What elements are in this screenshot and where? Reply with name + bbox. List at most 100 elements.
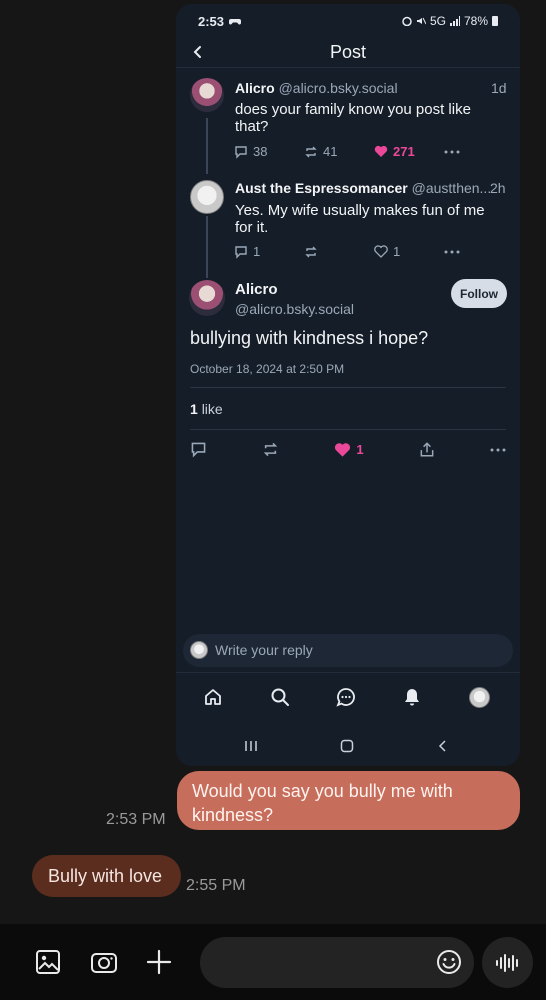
thread-line xyxy=(206,216,208,278)
more-icon xyxy=(490,448,506,451)
post-age: 1d xyxy=(491,80,507,96)
emoji-button[interactable] xyxy=(435,948,463,976)
network-type: 5G xyxy=(429,14,446,28)
plus-icon xyxy=(146,949,172,975)
chevron-left-icon xyxy=(193,46,201,58)
battery-level: 78% xyxy=(463,14,488,28)
reply-placeholder: Write your reply xyxy=(215,642,313,658)
likes-summary[interactable]: 1 like xyxy=(190,401,223,417)
post-age: 2h xyxy=(490,180,506,196)
post-header: Post xyxy=(176,38,520,68)
main-post-text[interactable]: bullying with kindness i hope? xyxy=(190,328,428,349)
signal-icon xyxy=(449,16,460,26)
main-post-actions: 1 xyxy=(190,441,506,458)
thread-line xyxy=(206,118,208,174)
alarm-icon xyxy=(402,16,412,26)
repost-count: 41 xyxy=(323,144,338,159)
avatar[interactable] xyxy=(190,180,224,214)
reply-button[interactable]: 38 xyxy=(234,144,304,159)
camera-button[interactable] xyxy=(90,948,118,976)
back-nav-button[interactable] xyxy=(435,738,451,754)
repost-icon xyxy=(305,146,317,157)
post-author-line: Alicro @alicro.bsky.social xyxy=(235,80,398,96)
share-icon xyxy=(420,442,434,457)
author-handle[interactable]: @alicro.bsky.social xyxy=(279,80,398,96)
author-name[interactable]: Alicro xyxy=(235,281,354,298)
status-time: 2:53 xyxy=(198,13,225,29)
post-text[interactable]: does your family know you post like that… xyxy=(235,101,497,135)
tab-notifications[interactable] xyxy=(400,685,424,709)
repost-icon xyxy=(263,442,278,457)
voice-message-button[interactable] xyxy=(482,937,533,988)
post-timestamp: October 18, 2024 at 2:50 PM xyxy=(190,362,345,376)
like-count: 271 xyxy=(393,144,415,159)
post-actions: 1 1 xyxy=(234,244,460,259)
tab-profile[interactable] xyxy=(467,685,491,709)
status-icons: 5G 78% xyxy=(402,14,498,28)
avatar xyxy=(468,686,490,708)
gallery-button[interactable] xyxy=(34,948,62,976)
page-title: Post xyxy=(329,42,367,62)
add-button[interactable] xyxy=(145,948,173,976)
author-handle[interactable]: @austthen... xyxy=(412,180,492,196)
speech-bubble-icon xyxy=(235,245,247,259)
camera-icon xyxy=(91,953,117,973)
post-actions: 38 41 271 xyxy=(234,144,460,159)
game-controller-icon xyxy=(229,19,242,25)
heart-icon xyxy=(335,442,351,457)
more-button[interactable] xyxy=(444,150,460,154)
gallery-icon xyxy=(36,950,60,974)
author-name[interactable]: Alicro xyxy=(235,80,275,96)
battery-icon xyxy=(492,16,498,26)
message-time: 2:55 PM xyxy=(186,877,246,894)
like-count: 1 xyxy=(356,442,364,457)
tab-search[interactable] xyxy=(268,685,292,709)
avatar[interactable] xyxy=(189,280,225,316)
divider xyxy=(190,429,506,430)
back-button[interactable] xyxy=(186,40,210,64)
search-icon xyxy=(271,688,289,706)
heart-icon xyxy=(374,145,388,157)
like-button[interactable]: 1 xyxy=(334,442,364,458)
outgoing-message[interactable]: Would you say you bully me with kindness… xyxy=(177,771,520,830)
reply-count: 38 xyxy=(253,144,268,159)
follow-button[interactable]: Follow xyxy=(451,279,507,308)
share-button[interactable] xyxy=(419,441,435,458)
speech-bubble-icon xyxy=(191,442,206,458)
message-time: 2:53 PM xyxy=(106,811,166,828)
like-button[interactable]: 1 xyxy=(374,244,444,259)
post-author-line: Aust the Espressomancer @austthen... xyxy=(235,180,491,196)
like-count: 1 xyxy=(393,244,401,259)
likes-label: like xyxy=(201,401,223,417)
voice-icon xyxy=(495,953,518,972)
heart-outline-icon xyxy=(374,245,388,258)
reply-button[interactable] xyxy=(190,441,207,458)
chevron-left-icon xyxy=(438,740,446,752)
message-input[interactable] xyxy=(200,937,474,988)
status-bar: 2:53 5G 78% xyxy=(176,4,520,38)
avatar xyxy=(190,641,208,659)
incoming-message[interactable]: Bully with love xyxy=(32,855,181,897)
home-nav-button[interactable] xyxy=(339,738,355,754)
like-button[interactable]: 271 xyxy=(374,144,444,159)
more-button[interactable] xyxy=(490,448,506,452)
bell-icon xyxy=(405,689,419,706)
home-icon xyxy=(205,689,221,705)
home-nav-icon xyxy=(340,739,354,753)
repost-button[interactable] xyxy=(262,441,279,458)
likes-count: 1 xyxy=(190,401,198,417)
divider xyxy=(190,387,506,388)
more-icon xyxy=(444,150,460,153)
repost-button[interactable] xyxy=(304,245,374,259)
author-handle[interactable]: @alicro.bsky.social xyxy=(235,301,354,317)
author-name[interactable]: Aust the Espressomancer xyxy=(235,180,408,196)
tab-messages[interactable] xyxy=(334,685,358,709)
repost-button[interactable]: 41 xyxy=(304,144,374,159)
tab-home[interactable] xyxy=(201,685,225,709)
more-button[interactable] xyxy=(444,250,460,254)
post-text[interactable]: Yes. My wife usually makes fun of me for… xyxy=(235,202,497,236)
reply-button[interactable]: 1 xyxy=(234,244,304,259)
recent-apps-button[interactable] xyxy=(243,738,259,754)
divider xyxy=(176,672,520,673)
avatar[interactable] xyxy=(190,78,224,112)
